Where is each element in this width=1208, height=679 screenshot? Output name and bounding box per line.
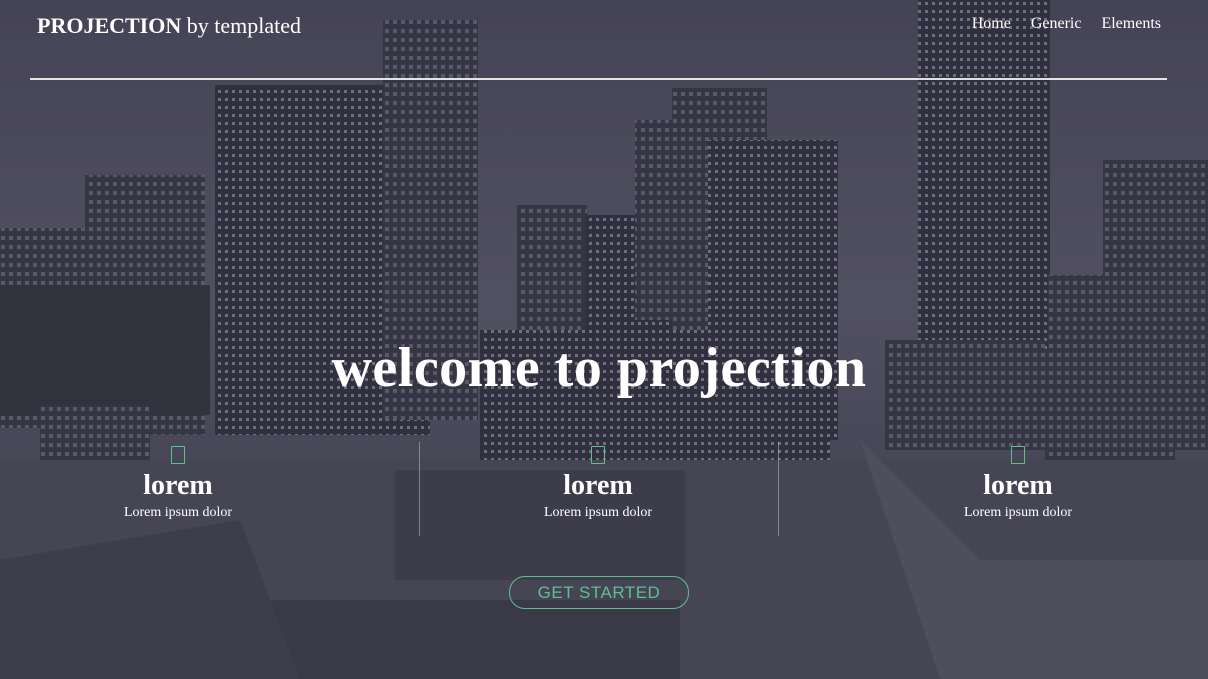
feature-item: lorem Lorem ipsum dolor (48, 442, 308, 522)
get-started-button[interactable]: GET STARTED (509, 576, 689, 609)
feature-title: lorem (983, 470, 1053, 501)
brand-name: PROJECTION (37, 13, 182, 38)
square-outline-icon (1011, 446, 1025, 464)
feature-item: lorem Lorem ipsum dolor (468, 442, 728, 522)
header-divider (30, 78, 1167, 80)
brand-logo[interactable]: PROJECTION by templated (37, 12, 301, 40)
feature-divider (419, 442, 420, 536)
brand-suffix: by templated (186, 13, 301, 38)
hero-title: welcome to projection (331, 337, 867, 399)
nav-home[interactable]: Home (972, 13, 1011, 35)
feature-title: lorem (563, 470, 633, 501)
feature-text: Lorem ipsum dolor (123, 505, 233, 520)
square-outline-icon (591, 446, 605, 464)
feature-text: Lorem ipsum dolor (543, 505, 653, 520)
page: PROJECTION by templated Home Generic Ele… (0, 0, 1208, 679)
feature-title: lorem (143, 470, 213, 501)
feature-item: lorem Lorem ipsum dolor (888, 442, 1148, 522)
nav-generic[interactable]: Generic (1031, 13, 1082, 35)
feature-text: Lorem ipsum dolor (963, 505, 1073, 520)
main-nav: Home Generic Elements (972, 13, 1161, 35)
square-outline-icon (171, 446, 185, 464)
feature-row: lorem Lorem ipsum dolor lorem Lorem ipsu… (0, 442, 1208, 536)
nav-elements[interactable]: Elements (1101, 13, 1161, 35)
feature-divider (778, 442, 779, 536)
